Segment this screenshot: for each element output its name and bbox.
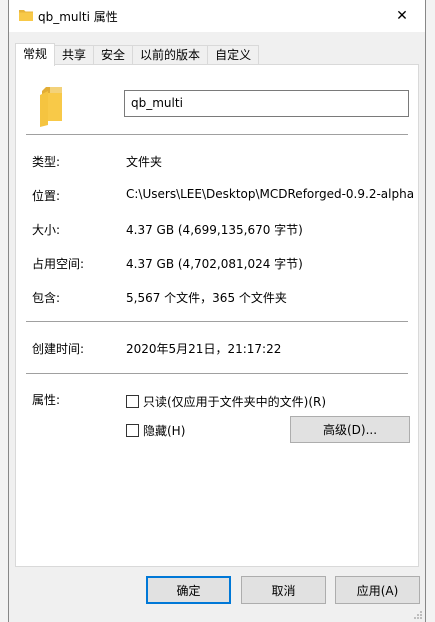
cancel-button[interactable]: 取消 (241, 576, 326, 604)
close-button[interactable]: ✕ (379, 0, 425, 32)
background-window-right (425, 0, 435, 622)
size-label: 大小: (32, 223, 61, 237)
separator (26, 373, 408, 374)
location-label: 位置: (32, 189, 61, 203)
created-label: 创建时间: (32, 342, 85, 356)
window-title: qb_multi 属性 (38, 10, 118, 24)
attributes-label: 属性: (32, 393, 61, 407)
resize-grip-icon[interactable] (413, 610, 423, 620)
folder-icon (19, 10, 33, 21)
tab-previous-versions[interactable]: 以前的版本 (132, 45, 209, 65)
tab-customize[interactable]: 自定义 (207, 45, 260, 65)
folder-name-field[interactable]: qb_multi (124, 90, 409, 117)
created-value: 2020年5月21日，21:17:22 (126, 342, 282, 356)
advanced-button[interactable]: 高级(D)... (290, 416, 410, 443)
tab-bar: 常规 共享 安全 以前的版本 自定义 (15, 43, 260, 66)
apply-button[interactable]: 应用(A) (335, 576, 420, 604)
ok-button[interactable]: 确定 (146, 576, 231, 604)
tab-security[interactable]: 安全 (93, 45, 134, 65)
tab-sharing[interactable]: 共享 (54, 45, 95, 65)
type-value: 文件夹 (126, 155, 163, 169)
contains-label: 包含: (32, 291, 61, 305)
separator (26, 134, 408, 135)
location-value[interactable]: C:\Users\LEE\Desktop\MCDReforged-0.9.2-a… (126, 187, 414, 201)
close-icon: ✕ (396, 8, 408, 24)
title-bar[interactable]: qb_multi 属性 ✕ (9, 0, 425, 32)
separator (26, 321, 408, 322)
type-label: 类型: (32, 155, 61, 169)
disk-size-value: 4.37 GB (4,702,081,024 字节) (126, 257, 303, 271)
readonly-checkbox-label[interactable]: 只读(仅应用于文件夹中的文件)(R) (143, 393, 326, 410)
general-panel: qb_multi 类型: 文件夹 位置: C:\Users\LEE\Deskto… (15, 64, 419, 567)
disk-size-label: 占用空间: (32, 257, 85, 271)
properties-dialog: qb_multi 属性 ✕ 常规 共享 安全 以前的版本 自定义 qb_mult… (8, 0, 426, 622)
hidden-checkbox-label[interactable]: 隐藏(H) (143, 422, 185, 439)
readonly-checkbox[interactable] (126, 395, 139, 408)
tab-general[interactable]: 常规 (15, 43, 56, 66)
contains-value: 5,567 个文件，365 个文件夹 (126, 291, 287, 305)
folder-icon (40, 87, 62, 127)
size-value: 4.37 GB (4,699,135,670 字节) (126, 223, 303, 237)
hidden-checkbox[interactable] (126, 424, 139, 437)
